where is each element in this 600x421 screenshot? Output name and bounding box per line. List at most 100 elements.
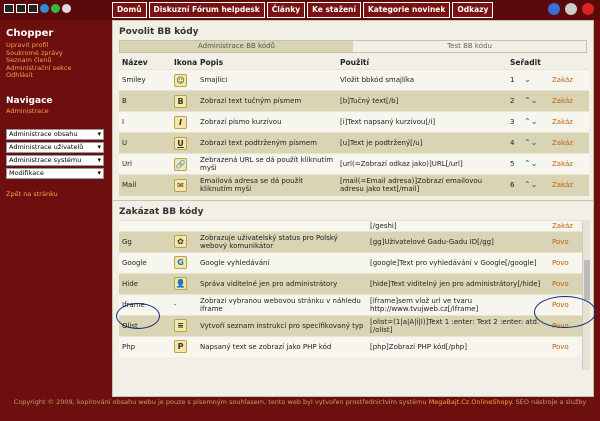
google-icon: G xyxy=(174,256,187,269)
disable-link[interactable]: Zakáz xyxy=(549,111,589,133)
row-order: 4 xyxy=(507,132,521,154)
footer-text-2: . SEO nástroje a služby xyxy=(511,398,587,406)
row-icon: U xyxy=(171,132,197,154)
row-order: 2 xyxy=(507,90,521,112)
row-desc: Zobrazí písmo kurzívou xyxy=(197,111,337,133)
table-row: Url 🔗 Zebrazená URL se dá použít kliknut… xyxy=(119,153,589,175)
move-up-icon[interactable]: ⌃ xyxy=(524,117,531,126)
row-desc: Vytvoří seznam instrukcí pro specifikova… xyxy=(197,314,367,336)
mail-icon: ✉ xyxy=(174,178,187,192)
row-usage: Vložit bbkód smajlíka xyxy=(337,69,507,91)
grey-dot-icon[interactable] xyxy=(62,4,71,13)
disable-link[interactable]: Zakáz xyxy=(549,90,589,112)
row-name xyxy=(119,219,171,231)
move-up-icon[interactable]: ⌃ xyxy=(524,138,531,147)
row-icon: ✉ xyxy=(171,174,197,196)
nav-tab-news-categories[interactable]: Kategorie novinek xyxy=(362,2,451,18)
table-row: [/geshi] Zakáz xyxy=(119,219,589,231)
footer-brand-link[interactable]: MegaBajt.Cz.OnlineShopy xyxy=(429,398,512,406)
table-row: Google G Google vyhledávání [google]Text… xyxy=(119,251,589,273)
row-icon: 👤 xyxy=(171,272,197,294)
row-order: 6 xyxy=(507,174,521,196)
username: Chopper xyxy=(6,28,54,39)
table-row: Smiley ☺ Smajlíci Vložit bbkód smajlíka … xyxy=(119,69,589,91)
row-desc xyxy=(197,219,367,231)
table-row: Iframe - Zobrazí vybranou webovou stránk… xyxy=(119,293,589,315)
move-down-icon[interactable]: ⌄ xyxy=(531,96,538,105)
move-down-icon[interactable]: ⌄ xyxy=(524,75,531,84)
disable-link[interactable]: Zakáz xyxy=(549,174,589,196)
window-icon[interactable] xyxy=(28,4,38,13)
nav-tab-articles[interactable]: Články xyxy=(266,2,306,18)
table-row: Mail ✉ Emailová adresa se dá použít klik… xyxy=(119,174,589,196)
disable-link[interactable]: Zakáz xyxy=(549,69,589,91)
nav-tab-forum[interactable]: Diskuzní Fórum helpdesk xyxy=(148,2,265,18)
order-arrows: ⌃⌄ xyxy=(521,132,549,154)
select-content-admin[interactable]: Administrace obsahu xyxy=(6,129,104,140)
row-icon: ≡ xyxy=(171,314,197,336)
nav-tab-home[interactable]: Domů xyxy=(112,2,147,18)
select-modifications[interactable]: Modifikace xyxy=(6,168,104,179)
row-usage: [olist=(1|a|A|i|I)]Text 1 :enter: Text 2… xyxy=(367,314,549,336)
tab-bb-test[interactable]: Test BB kódu xyxy=(353,41,586,52)
green-dot-icon[interactable] xyxy=(51,4,60,13)
scrollbar[interactable] xyxy=(582,219,590,370)
bold-icon: B xyxy=(174,94,187,108)
move-down-icon[interactable]: ⌄ xyxy=(531,117,538,126)
row-name: Mail xyxy=(119,174,171,196)
table-row: Php P Napsaný text se zobrazí jako PHP k… xyxy=(119,335,589,357)
row-icon: G xyxy=(171,251,197,273)
move-down-icon[interactable]: ⌄ xyxy=(531,138,538,147)
gear-icon[interactable] xyxy=(565,3,577,15)
top-right-icons xyxy=(548,3,594,15)
annotation-ellipse-iframe xyxy=(116,303,160,329)
row-usage: [/geshi] xyxy=(367,219,549,231)
tab-bb-admin[interactable]: Administrace BB kódů xyxy=(120,41,353,52)
move-up-icon[interactable]: ⌃ xyxy=(524,96,531,105)
user-icon[interactable] xyxy=(548,3,560,15)
main-nav: Domů Diskuzní Fórum helpdesk Články Ke s… xyxy=(112,2,494,18)
move-down-icon[interactable]: ⌄ xyxy=(531,159,538,168)
row-usage: [google]Text pro vyhledávání v Google[/g… xyxy=(367,251,549,273)
link-logout[interactable]: Odhlásit xyxy=(6,71,104,80)
nav-tab-links[interactable]: Odkazy xyxy=(452,2,494,18)
sidebar: Chopper Upravit profil Soukromé zprávy S… xyxy=(0,20,110,390)
window-icon[interactable] xyxy=(4,4,14,13)
sub-tabs: Administrace BB kódů Test BB kódu xyxy=(119,40,587,53)
table-row: Olist ≡ Vytvoří seznam instrukcí pro spe… xyxy=(119,314,589,336)
scrollbar-thumb[interactable] xyxy=(584,259,590,300)
move-up-icon[interactable]: ⌃ xyxy=(524,180,531,189)
table-header: Název Ikona Popis Použití Seřadit xyxy=(119,56,589,70)
back-to-site-link[interactable]: Zpět na stránku xyxy=(6,190,104,199)
table-row: I I Zobrazí písmo kurzívou [i]Text napsa… xyxy=(119,111,589,133)
col-action xyxy=(549,56,589,70)
window-icon[interactable] xyxy=(16,4,26,13)
disable-section-title: Zakázat BB kódy xyxy=(119,206,204,217)
disable-link[interactable]: Zakáz xyxy=(549,153,589,175)
row-desc: Emailová adresa se dá použít kliknutím m… xyxy=(197,174,337,196)
nav-tab-downloads[interactable]: Ke stažení xyxy=(307,2,361,18)
nav-admin-link[interactable]: Administrace xyxy=(6,107,104,116)
row-icon: B xyxy=(171,90,197,112)
blue-dot-icon[interactable] xyxy=(40,4,49,13)
row-name: Hide xyxy=(119,272,171,294)
order-arrows: ⌃⌄ xyxy=(521,90,549,112)
enabled-bbcodes-table: Název Ikona Popis Použití Seřadit Smiley… xyxy=(119,56,589,196)
select-system-admin[interactable]: Administrace systému xyxy=(6,155,104,166)
col-usage: Použití xyxy=(337,56,507,70)
row-icon: P xyxy=(171,335,197,357)
row-icon xyxy=(171,219,197,231)
power-icon[interactable] xyxy=(582,3,594,15)
move-down-icon[interactable]: ⌄ xyxy=(531,180,538,189)
disable-link[interactable]: Zakáz xyxy=(549,132,589,154)
disabled-bbcodes-table: [/geshi] Zakáz Gg ✿ Zobrazuje uživatelsk… xyxy=(119,219,589,357)
move-up-icon[interactable]: ⌃ xyxy=(524,159,531,168)
row-usage: [b]Tučný text[/b] xyxy=(337,90,507,112)
row-desc: Smajlíci xyxy=(197,69,337,91)
row-desc: Zebrazená URL se dá použít kliknutím myš… xyxy=(197,153,337,175)
italic-icon: I xyxy=(174,115,187,129)
disabled-scroll-area[interactable]: [/geshi] Zakáz Gg ✿ Zobrazuje uživatelsk… xyxy=(113,219,593,370)
hide-icon: 👤 xyxy=(174,277,187,290)
select-user-admin[interactable]: Administrace uživatelů xyxy=(6,142,104,153)
order-arrows: ⌄ xyxy=(521,69,549,91)
